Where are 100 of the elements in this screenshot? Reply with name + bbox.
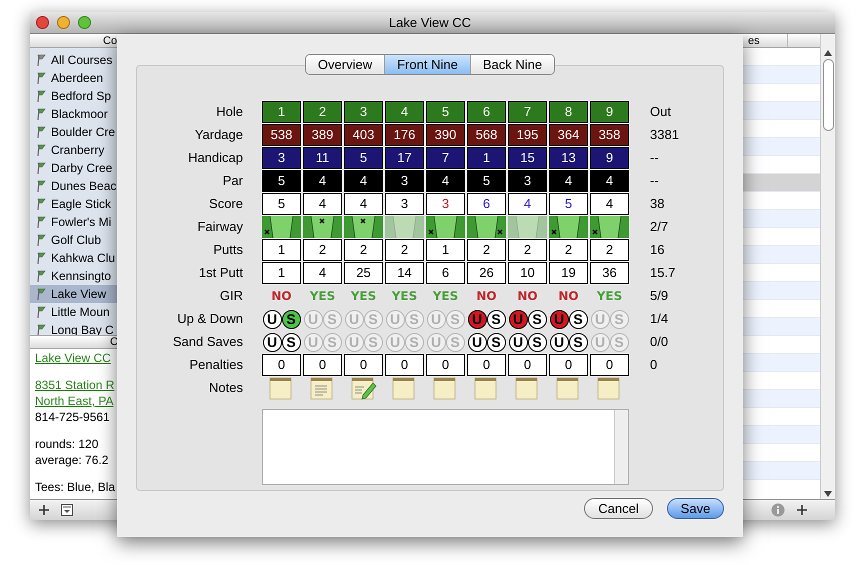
fairway-drawing[interactable] [262, 216, 301, 238]
score-cell[interactable]: 4 [508, 193, 547, 215]
scroll-up-icon[interactable] [824, 50, 832, 56]
entry-cell[interactable]: 0 [262, 354, 301, 376]
minimize-icon[interactable] [57, 16, 70, 29]
table-row[interactable] [743, 174, 820, 192]
entry-cell[interactable]: 0 [508, 354, 547, 376]
fairway-drawing[interactable] [426, 216, 465, 238]
entry-cell[interactable]: 1 [426, 239, 465, 261]
add-icon[interactable] [39, 505, 49, 515]
notepad-pencil-icon[interactable] [350, 376, 377, 400]
fairway-drawing[interactable] [549, 216, 588, 238]
column-header[interactable]: Co [30, 34, 117, 48]
scroll-thumb[interactable] [822, 59, 834, 131]
score-cell[interactable]: 4 [590, 193, 629, 215]
entry-cell[interactable]: 0 [385, 354, 424, 376]
scroll-down-icon[interactable] [824, 491, 832, 497]
course-item[interactable]: Blackmoor [30, 105, 117, 123]
course-item[interactable]: Dunes Beac [30, 177, 117, 195]
entry-cell[interactable]: 19 [549, 262, 588, 284]
entry-cell[interactable]: 0 [303, 354, 342, 376]
entry-cell[interactable]: 4 [303, 262, 342, 284]
entry-cell[interactable]: 2 [508, 239, 547, 261]
entry-cell[interactable]: 10 [508, 262, 547, 284]
table-row[interactable] [743, 246, 820, 264]
entry-cell[interactable]: 0 [549, 354, 588, 376]
gir-value[interactable]: NO [517, 287, 538, 305]
entry-cell[interactable]: 1 [262, 262, 301, 284]
table-row[interactable] [743, 66, 820, 84]
add-icon[interactable] [797, 505, 807, 515]
par-cell: 4 [303, 170, 342, 192]
entry-cell[interactable]: 2 [467, 239, 506, 261]
table-row[interactable] [743, 354, 820, 372]
entry-cell[interactable]: 2 [344, 239, 383, 261]
address-link[interactable]: North East, PA [35, 393, 117, 409]
course-item[interactable]: Little Moun [30, 303, 117, 321]
course-item[interactable]: Fowler's Mi [30, 213, 117, 231]
row-label: Yardage [194, 126, 243, 144]
cancel-button[interactable]: Cancel [584, 498, 653, 519]
fairway-drawing[interactable] [467, 216, 506, 238]
fairway-drawing[interactable] [590, 216, 629, 238]
course-item[interactable]: Bedford Sp [30, 87, 117, 105]
table-row[interactable] [743, 462, 820, 480]
info-icon[interactable] [771, 503, 785, 517]
course-item[interactable]: Eagle Stick [30, 195, 117, 213]
entry-cell[interactable]: 25 [344, 262, 383, 284]
score-cell[interactable]: 6 [467, 193, 506, 215]
tab[interactable]: Overview [306, 55, 384, 74]
course-item[interactable]: Golf Club [30, 231, 117, 249]
table-row[interactable] [743, 318, 820, 336]
table-row[interactable] [743, 102, 820, 120]
tab[interactable]: Back Nine [470, 55, 554, 74]
table-row[interactable] [743, 138, 820, 156]
score-cell[interactable]: 4 [344, 193, 383, 215]
course-item[interactable]: Cranberry [30, 141, 117, 159]
hole-cell: 9 [590, 101, 629, 123]
entry-cell[interactable]: 26 [467, 262, 506, 284]
course-item[interactable]: Aberdeen [30, 69, 117, 87]
entry-cell[interactable]: 2 [303, 239, 342, 261]
table-row[interactable] [743, 426, 820, 444]
entry-cell[interactable]: 1 [262, 239, 301, 261]
entry-cell[interactable]: 36 [590, 262, 629, 284]
entry-cell[interactable]: 0 [467, 354, 506, 376]
entry-cell[interactable]: 2 [590, 239, 629, 261]
entry-cell[interactable]: 2 [385, 239, 424, 261]
course-link[interactable]: Lake View CC [35, 350, 117, 366]
entry-cell[interactable]: 0 [426, 354, 465, 376]
flag-icon [36, 72, 46, 84]
course-item[interactable]: Lake View [30, 285, 117, 303]
zoom-icon[interactable] [78, 16, 91, 29]
entry-cell[interactable]: 0 [344, 354, 383, 376]
entry-cell[interactable]: 14 [385, 262, 424, 284]
gir-value[interactable]: NO [476, 287, 497, 305]
gir-value[interactable]: NO [271, 287, 292, 305]
entry-cell[interactable]: 2 [549, 239, 588, 261]
entry-cell[interactable]: 0 [590, 354, 629, 376]
score-cell[interactable]: 5 [549, 193, 588, 215]
fairway-drawing[interactable] [303, 216, 342, 238]
course-item[interactable]: Darby Cree [30, 159, 117, 177]
close-icon[interactable] [36, 16, 49, 29]
course-item[interactable]: All Courses [30, 51, 117, 69]
table-row[interactable] [743, 210, 820, 228]
course-item[interactable]: Boulder Cre [30, 123, 117, 141]
score-cell[interactable]: 3 [385, 193, 424, 215]
entry-cell[interactable]: 6 [426, 262, 465, 284]
table-row[interactable] [743, 390, 820, 408]
notes-field[interactable] [262, 409, 629, 485]
score-cell[interactable]: 4 [303, 193, 342, 215]
tab[interactable]: Front Nine [384, 55, 470, 74]
address-link[interactable]: 8351 Station R [35, 377, 117, 393]
scrollbar[interactable] [820, 34, 835, 499]
gir-value[interactable]: NO [558, 287, 579, 305]
fairway-drawing[interactable] [344, 216, 383, 238]
score-cell[interactable]: 5 [262, 193, 301, 215]
table-row[interactable] [743, 282, 820, 300]
course-item[interactable]: Kahkwa Clu [30, 249, 117, 267]
score-cell[interactable]: 3 [426, 193, 465, 215]
drawer-icon[interactable] [61, 504, 73, 516]
course-item[interactable]: Kennsingto [30, 267, 117, 285]
save-button[interactable]: Save [667, 498, 724, 519]
